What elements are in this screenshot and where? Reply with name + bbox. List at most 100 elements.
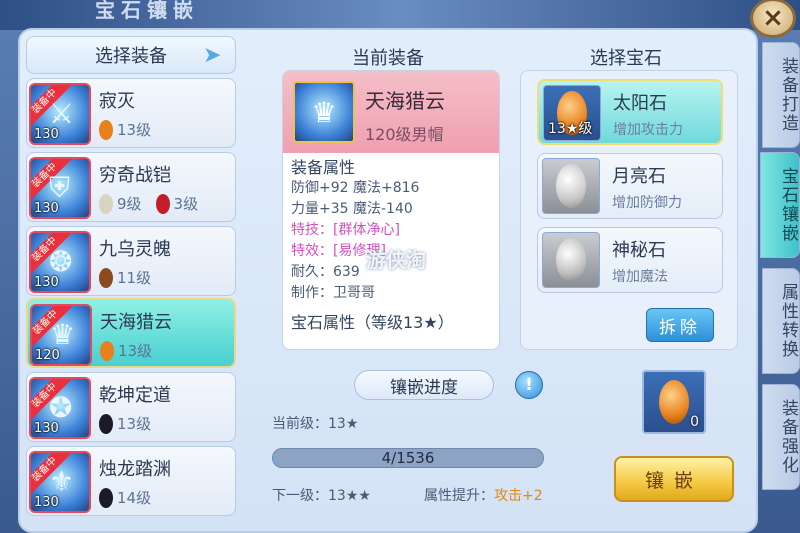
equipment-gems: 11级 xyxy=(99,267,151,288)
black-gem-icon xyxy=(99,413,113,434)
equipment-gems: 13级 xyxy=(99,119,151,140)
gem-level: 3级 xyxy=(173,195,199,213)
equipment-list-item-selected[interactable]: 装备中 ♛ 120 天海猎云 13级 xyxy=(26,298,236,368)
equipment-name: 穷奇战铠 xyxy=(99,165,171,186)
equipment-name: 天海猎云 xyxy=(100,312,172,333)
boots-icon: ⚜ xyxy=(49,465,75,498)
helmet-icon: ♛ xyxy=(293,81,355,143)
equipment-name: 乾坤定道 xyxy=(99,385,171,406)
inlay-progress-title: 镶嵌进度 xyxy=(354,370,494,400)
equipment-list-item[interactable]: 装备中 ⚜ 130 烛龙踏渊 14级 xyxy=(26,446,236,516)
current-equipment-card: ♛ 天海猎云 120级男帽 装备属性 防御+92 魔法+816 力量+35 魔法… xyxy=(282,70,500,350)
gem-description: 增加魔法 xyxy=(612,269,668,285)
weapon-icon: ⚔ xyxy=(49,97,75,130)
brown-gem-icon xyxy=(99,267,113,288)
tab-equipment-enhance[interactable]: 装备强化 xyxy=(762,384,800,490)
equipment-type: 120级男帽 xyxy=(365,125,444,144)
window-title: 宝石镶嵌 xyxy=(95,0,199,22)
belt-icon: ✪ xyxy=(49,391,73,424)
necklace-icon: ❂ xyxy=(49,245,73,278)
equipment-gems: 13级 xyxy=(100,340,152,361)
black-gem-icon xyxy=(99,487,113,508)
current-level: 当前级：13★ xyxy=(272,416,359,432)
watermark-url: taotaoyouxi.com xyxy=(368,275,452,285)
equipment-list-item[interactable]: 装备中 ✪ 130 乾坤定道 13级 xyxy=(26,372,236,442)
gem-level: 13级 xyxy=(118,342,153,360)
red-gem-icon xyxy=(155,193,170,214)
tab-equipment-craft[interactable]: 装备打造 xyxy=(762,42,800,148)
equipment-level: 130 xyxy=(34,495,59,510)
gem-item-moon-stone[interactable]: 月亮石 增加防御力 xyxy=(537,153,723,219)
equipment-gems: 13级 xyxy=(99,413,151,434)
equipment-level: 120 xyxy=(35,348,60,363)
equipment-name: 天海猎云 xyxy=(365,89,445,113)
attribute-line: 力量+35 魔法-140 xyxy=(291,201,413,217)
gem-level: 13级 xyxy=(117,121,152,139)
gem-name: 神秘石 xyxy=(612,240,666,261)
gem-item-sun-stone[interactable]: 13★级 太阳石 增加攻击力 xyxy=(537,79,723,145)
info-icon[interactable]: ! xyxy=(515,371,543,399)
helmet-icon: ♛ xyxy=(50,318,76,351)
equipment-level: 130 xyxy=(34,275,59,290)
gem-item-mystic-stone[interactable]: 神秘石 增加魔法 xyxy=(537,227,723,293)
attribute-line: 防御+92 魔法+816 xyxy=(291,180,420,196)
select-equipment-header: 选择装备 ➤ xyxy=(26,36,236,74)
moon-stone-icon xyxy=(99,193,113,214)
armor-icon: ⛨ xyxy=(49,171,71,204)
equipment-gems: 9级 3级 xyxy=(99,193,198,214)
equipment-card-header: ♛ 天海猎云 120级男帽 xyxy=(283,71,499,153)
next-level: 下一级：13★★ xyxy=(272,488,371,504)
equipment-name: 九乌灵魄 xyxy=(99,239,171,260)
equipment-icon: 装备中 ⚜ 130 xyxy=(29,451,91,513)
gem-name: 太阳石 xyxy=(613,93,667,114)
equipment-icon: 装备中 ⛨ 130 xyxy=(29,157,91,219)
sun-stone-icon xyxy=(99,119,113,140)
gem-level: 13级 xyxy=(117,415,152,433)
gem-count: 13★级 xyxy=(548,121,593,137)
gem-description: 增加攻击力 xyxy=(613,122,683,138)
equipment-level: 130 xyxy=(34,127,59,142)
equipment-name: 烛龙踏渊 xyxy=(99,459,171,480)
special-skill: 特技：[群体净心] xyxy=(291,222,400,238)
tab-gem-inlay[interactable]: 宝石镶嵌 xyxy=(760,152,800,258)
select-gem-header: 选择宝石 xyxy=(590,48,662,69)
attributes-heading: 装备属性 xyxy=(291,158,356,177)
mystic-stone-icon xyxy=(542,232,600,288)
watermark: 游侠淘 xyxy=(366,248,426,272)
gem-attributes-heading: 宝石属性（等级13★） xyxy=(291,313,454,332)
equipment-list-item[interactable]: 装备中 ❂ 130 九乌灵魄 11级 xyxy=(26,226,236,296)
gem-level: 9级 xyxy=(117,195,142,213)
gem-level: 14级 xyxy=(117,489,152,507)
current-equipment-header: 当前装备 xyxy=(352,48,424,69)
sun-stone-icon xyxy=(100,340,114,361)
remove-button[interactable]: 拆除 xyxy=(646,308,714,342)
equipment-icon: 装备中 ♛ 120 xyxy=(30,304,92,366)
close-button[interactable]: × xyxy=(750,0,796,38)
attribute-gain-label: 属性提升： xyxy=(424,488,494,504)
equipment-list-item[interactable]: 装备中 ⚔ 130 寂灭 13级 xyxy=(26,78,236,148)
equipment-list-item[interactable]: 装备中 ⛨ 130 穷奇战铠 9级 3级 xyxy=(26,152,236,222)
gem-level: 11级 xyxy=(117,269,152,287)
sun-stone-icon: 13★级 xyxy=(543,85,601,141)
equipment-gems: 14级 xyxy=(99,487,151,508)
gem-description: 增加防御力 xyxy=(612,195,682,211)
equipment-icon: 装备中 ❂ 130 xyxy=(29,231,91,293)
moon-stone-icon xyxy=(542,158,600,214)
attribute-gain: 属性提升：攻击+2 xyxy=(424,485,543,505)
select-equipment-label: 选择装备 xyxy=(95,46,167,67)
equipment-level: 130 xyxy=(34,421,59,436)
equipment-icon: 装备中 ⚔ 130 xyxy=(29,83,91,145)
equipment-name: 寂灭 xyxy=(99,91,135,112)
gem-result-slot[interactable]: 0 xyxy=(642,370,706,434)
inlay-button[interactable]: 镶嵌 xyxy=(614,456,734,502)
gem-count: 0 xyxy=(690,414,699,430)
attribute-gain-value: 攻击+2 xyxy=(494,488,543,504)
sun-stone-icon xyxy=(659,380,689,424)
tab-attribute-convert[interactable]: 属性转换 xyxy=(762,268,800,374)
top-banner: 宝石镶嵌 xyxy=(0,0,800,30)
equipment-level: 130 xyxy=(34,201,59,216)
maker: 制作：卫哥哥 xyxy=(291,285,375,301)
gem-name: 月亮石 xyxy=(612,166,666,187)
progress-text: 4/1536 xyxy=(381,449,435,467)
arrow-right-icon: ➤ xyxy=(203,43,222,68)
